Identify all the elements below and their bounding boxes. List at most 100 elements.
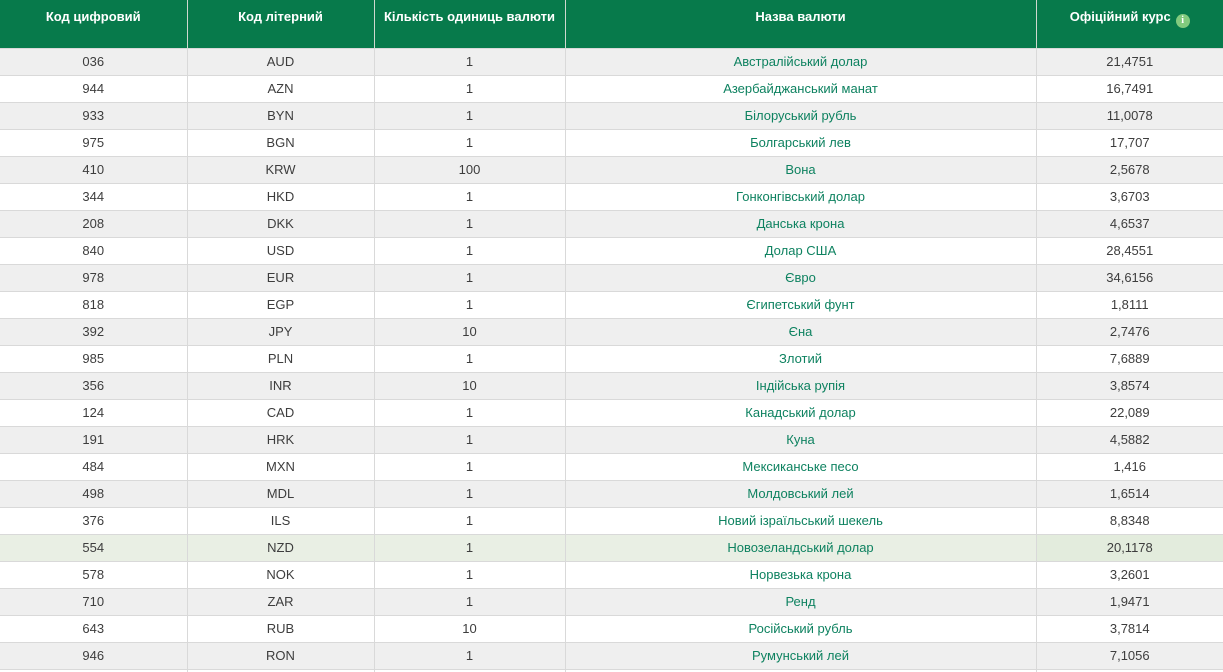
rate-cell: 21,4751 xyxy=(1036,48,1223,75)
currency-name-link[interactable]: Білоруський рубль xyxy=(745,108,857,123)
letter-code-cell: EUR xyxy=(187,264,374,291)
currency-name-link[interactable]: Єна xyxy=(789,324,813,339)
letter-code-cell: JPY xyxy=(187,318,374,345)
currency-name-link[interactable]: Австралійський долар xyxy=(734,54,868,69)
currency-name-link[interactable]: Вона xyxy=(785,162,815,177)
currency-name-link[interactable]: Гонконгівський долар xyxy=(736,189,865,204)
letter-code-cell: RON xyxy=(187,642,374,669)
currency-name-cell: Азербайджанський манат xyxy=(565,75,1036,102)
currency-name-link[interactable]: Новий ізраїльський шекель xyxy=(718,513,883,528)
rate-cell: 20,1178 xyxy=(1036,534,1223,561)
currency-name-cell: Білоруський рубль xyxy=(565,102,1036,129)
table-row: 978 EUR 1 Євро 34,6156 xyxy=(0,264,1223,291)
currency-name-link[interactable]: Мексиканське песо xyxy=(742,459,858,474)
letter-code-cell: NOK xyxy=(187,561,374,588)
numeric-code-cell: 344 xyxy=(0,183,187,210)
currency-name-link[interactable]: Молдовський лей xyxy=(747,486,853,501)
currency-name-cell: Куна xyxy=(565,426,1036,453)
table-row: 578 NOK 1 Норвезька крона 3,2601 xyxy=(0,561,1223,588)
units-cell: 1 xyxy=(374,480,565,507)
currency-name-link[interactable]: Новозеландський долар xyxy=(727,540,873,555)
currency-name-cell: Гонконгівський долар xyxy=(565,183,1036,210)
rate-cell: 3,6703 xyxy=(1036,183,1223,210)
rate-cell: 2,5678 xyxy=(1036,156,1223,183)
currency-rates-table: Код цифровий Код літерний Кількість один… xyxy=(0,0,1223,672)
currency-name-link[interactable]: Данська крона xyxy=(757,216,845,231)
letter-code-cell: KRW xyxy=(187,156,374,183)
letter-code-cell: ZAR xyxy=(187,588,374,615)
units-cell: 1 xyxy=(374,102,565,129)
units-cell: 1 xyxy=(374,210,565,237)
table-row: 946 RON 1 Румунський лей 7,1056 xyxy=(0,642,1223,669)
units-cell: 1 xyxy=(374,399,565,426)
units-cell: 1 xyxy=(374,183,565,210)
table-row: 376 ILS 1 Новий ізраїльський шекель 8,83… xyxy=(0,507,1223,534)
table-row: 356 INR 10 Індійська рупія 3,8574 xyxy=(0,372,1223,399)
currency-name-link[interactable]: Канадський долар xyxy=(745,405,855,420)
table-row: 985 PLN 1 Злотий 7,6889 xyxy=(0,345,1223,372)
rate-cell: 34,6156 xyxy=(1036,264,1223,291)
currency-name-link[interactable]: Норвезька крона xyxy=(750,567,852,582)
units-cell: 10 xyxy=(374,318,565,345)
units-cell: 1 xyxy=(374,642,565,669)
currency-name-cell: Молдовський лей xyxy=(565,480,1036,507)
letter-code-cell: INR xyxy=(187,372,374,399)
rate-cell: 16,7491 xyxy=(1036,75,1223,102)
numeric-code-cell: 356 xyxy=(0,372,187,399)
table-row: 933 BYN 1 Білоруський рубль 11,0078 xyxy=(0,102,1223,129)
currency-name-link[interactable]: Єгипетський фунт xyxy=(746,297,854,312)
units-cell: 1 xyxy=(374,345,565,372)
table-row: 710 ZAR 1 Ренд 1,9471 xyxy=(0,588,1223,615)
currency-name-link[interactable]: Долар США xyxy=(765,243,837,258)
rate-cell: 7,6889 xyxy=(1036,345,1223,372)
units-cell: 1 xyxy=(374,426,565,453)
letter-code-cell: PLN xyxy=(187,345,374,372)
currency-name-cell: Ренд xyxy=(565,588,1036,615)
currency-name-link[interactable]: Румунський лей xyxy=(752,648,849,663)
currency-name-link[interactable]: Болгарський лев xyxy=(750,135,851,150)
currency-name-link[interactable]: Індійська рупія xyxy=(756,378,845,393)
table-row: 643 RUB 10 Російський рубль 3,7814 xyxy=(0,615,1223,642)
currency-name-cell: Єна xyxy=(565,318,1036,345)
currency-name-cell: Канадський долар xyxy=(565,399,1036,426)
units-cell: 1 xyxy=(374,48,565,75)
numeric-code-cell: 498 xyxy=(0,480,187,507)
numeric-code-cell: 985 xyxy=(0,345,187,372)
info-icon[interactable]: i xyxy=(1176,14,1190,28)
rate-cell: 1,416 xyxy=(1036,453,1223,480)
currency-name-link[interactable]: Російський рубль xyxy=(748,621,852,636)
currency-name-cell: Злотий xyxy=(565,345,1036,372)
currency-name-link[interactable]: Азербайджанський манат xyxy=(723,81,878,96)
numeric-code-cell: 944 xyxy=(0,75,187,102)
letter-code-cell: NZD xyxy=(187,534,374,561)
letter-code-cell: MXN xyxy=(187,453,374,480)
currency-name-cell: Вона xyxy=(565,156,1036,183)
letter-code-cell: MDL xyxy=(187,480,374,507)
units-cell: 1 xyxy=(374,561,565,588)
numeric-code-cell: 554 xyxy=(0,534,187,561)
table-row: 554 NZD 1 Новозеландський долар 20,1178 xyxy=(0,534,1223,561)
currency-name-link[interactable]: Євро xyxy=(785,270,816,285)
letter-code-cell: RUB xyxy=(187,615,374,642)
rate-cell: 22,089 xyxy=(1036,399,1223,426)
currency-name-link[interactable]: Куна xyxy=(786,432,814,447)
table-row: 498 MDL 1 Молдовський лей 1,6514 xyxy=(0,480,1223,507)
rate-cell: 1,6514 xyxy=(1036,480,1223,507)
numeric-code-cell: 946 xyxy=(0,642,187,669)
numeric-code-cell: 392 xyxy=(0,318,187,345)
currency-name-link[interactable]: Ренд xyxy=(785,594,815,609)
currency-name-cell: Російський рубль xyxy=(565,615,1036,642)
currency-name-link[interactable]: Злотий xyxy=(779,351,822,366)
header-official-rate: Офіційний курсi xyxy=(1036,0,1223,48)
letter-code-cell: HKD xyxy=(187,183,374,210)
header-numeric-code: Код цифровий xyxy=(0,0,187,48)
header-currency-name: Назва валюти xyxy=(565,0,1036,48)
currency-name-cell: Новозеландський долар xyxy=(565,534,1036,561)
rate-cell: 4,5882 xyxy=(1036,426,1223,453)
header-letter-code: Код літерний xyxy=(187,0,374,48)
units-cell: 1 xyxy=(374,453,565,480)
letter-code-cell: DKK xyxy=(187,210,374,237)
rate-cell: 3,2601 xyxy=(1036,561,1223,588)
currency-name-cell: Єгипетський фунт xyxy=(565,291,1036,318)
table-row: 392 JPY 10 Єна 2,7476 xyxy=(0,318,1223,345)
